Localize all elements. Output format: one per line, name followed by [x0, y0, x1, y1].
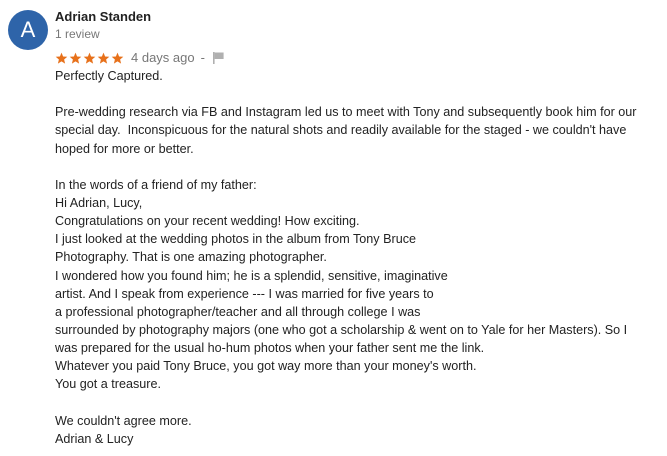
- review-date: 4 days ago: [131, 50, 195, 65]
- star-icon: [97, 52, 110, 64]
- review-text-line: Congratulations on your recent wedding! …: [55, 214, 360, 229]
- review-text-line: [55, 85, 665, 103]
- flag-icon[interactable]: [212, 52, 224, 64]
- review-count[interactable]: 1 review: [55, 27, 100, 42]
- star-icon: [111, 52, 124, 64]
- review-text-line: [55, 394, 665, 412]
- review-text-line: Perfectly Captured.: [55, 69, 163, 83]
- review-text-line: Pre-wedding research via FB and Instagra…: [55, 105, 637, 120]
- separator: -: [200, 50, 205, 65]
- review-text-line: Adrian & Lucy: [55, 431, 134, 446]
- avatar[interactable]: A: [8, 10, 48, 50]
- star-icon: [69, 52, 82, 64]
- star-rating: [55, 52, 124, 65]
- star-icon: [83, 52, 96, 64]
- review-card: A Adrian Standen 1 review 4 days ago - P…: [0, 0, 667, 456]
- review-text: Perfectly Captured. Pre-wedding research …: [55, 67, 665, 448]
- review-text-line: special day. Inconspicuous for the natur…: [55, 123, 627, 138]
- review-text-line: Photography. That is one amazing photogr…: [55, 250, 327, 265]
- review-text-line: hoped for more or better.: [55, 141, 194, 156]
- review-text-line: I just looked at the wedding photos in t…: [55, 232, 416, 247]
- review-text-line: In the words of a friend of my father:: [55, 177, 257, 192]
- review-text-line: [55, 158, 665, 176]
- review-text-line: Hi Adrian, Lucy,: [55, 195, 143, 210]
- review-text-line: artist. And I speak from experience --- …: [55, 286, 434, 301]
- author-name[interactable]: Adrian Standen: [55, 9, 151, 25]
- review-text-line: We couldn't agree more.: [55, 413, 192, 428]
- review-text-line: I wondered how you found him; he is a sp…: [55, 268, 448, 283]
- review-text-line: was prepared for the usual ho-hum photos…: [55, 341, 485, 356]
- review-text-line: Whatever you paid Tony Bruce, you got wa…: [55, 359, 477, 374]
- review-text-line: a professional photographer/teacher and …: [55, 304, 421, 319]
- review-text-line: surrounded by photography majors (one wh…: [55, 322, 628, 337]
- star-icon: [55, 52, 68, 64]
- review-text-line: You got a treasure.: [55, 377, 161, 392]
- review-meta: 4 days ago -: [55, 50, 224, 66]
